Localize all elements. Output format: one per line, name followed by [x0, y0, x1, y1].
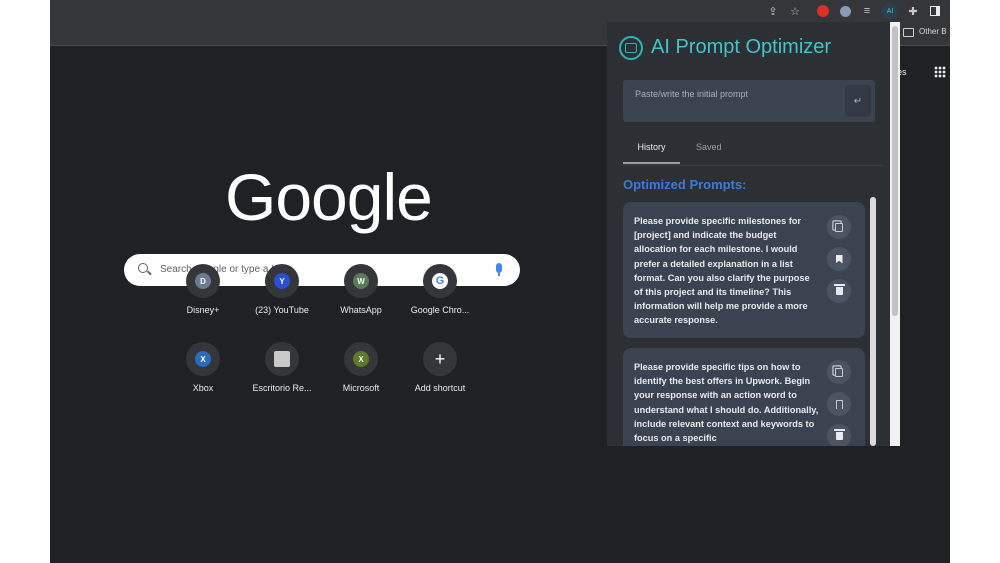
tab-history[interactable]: History — [623, 142, 680, 164]
shortcut-icon: Y — [265, 264, 299, 298]
puzzle-icon[interactable]: ✚ — [906, 4, 920, 18]
ext-shield-icon[interactable] — [838, 4, 852, 18]
google-logo: Google — [225, 160, 433, 234]
shortcut-label: Add shortcut — [414, 383, 466, 393]
prompt-optimizer-panel: AI Prompt Optimizer ↵ History Saved Opti… — [607, 22, 890, 446]
shortcut-favicon — [274, 351, 290, 367]
apps-grid-icon[interactable] — [934, 66, 946, 78]
shortcut-label: Disney+ — [186, 305, 220, 315]
ext-red-icon[interactable] — [816, 4, 830, 18]
ext-prompt-icon[interactable]: AI — [882, 3, 898, 19]
panel-tabs: History Saved — [623, 134, 883, 166]
prompt-input[interactable] — [623, 80, 843, 122]
trash-icon — [833, 284, 845, 295]
shortcut-favicon: D — [195, 273, 211, 289]
shortcut-tile[interactable]: Escritorio Re... — [242, 342, 322, 393]
folder-icon — [903, 28, 914, 37]
share-icon[interactable]: ⇪ — [766, 4, 780, 18]
shortcut-tile[interactable]: X Xbox — [163, 342, 243, 393]
prompt-input-wrapper: ↵ — [623, 80, 875, 122]
copy-button[interactable] — [827, 360, 851, 384]
submit-prompt-button[interactable]: ↵ — [845, 85, 871, 117]
shortcut-icon: D — [186, 264, 220, 298]
copy-icon — [835, 367, 843, 377]
shortcut-icon: G — [423, 264, 457, 298]
panel-scrollbar[interactable] — [870, 197, 876, 446]
shortcut-icon: X — [186, 342, 220, 376]
ext-list-icon[interactable]: ≡ — [860, 4, 874, 18]
shortcut-tile[interactable]: X Microsoft — [321, 342, 401, 393]
optimized-prompts-heading: Optimized Prompts: — [623, 177, 747, 192]
copy-button[interactable] — [827, 215, 851, 239]
shortcut-icon — [265, 342, 299, 376]
window-scrollbar[interactable] — [890, 22, 900, 446]
copy-icon — [835, 222, 843, 232]
shortcut-tile[interactable]: + Add shortcut — [400, 342, 480, 393]
bookmark-outline-icon — [835, 399, 843, 409]
shortcut-favicon: Y — [274, 273, 290, 289]
shortcut-label: Microsoft — [342, 383, 380, 393]
delete-button[interactable] — [827, 279, 851, 303]
browser-toolbar: ⇪ ☆ ≡ AI ✚ — [50, 0, 950, 22]
shortcut-icon: X — [344, 342, 378, 376]
shortcut-tile[interactable]: G Google Chro... — [400, 264, 480, 315]
extension-logo-icon — [619, 36, 643, 60]
shortcut-label: (23) YouTube — [255, 305, 309, 315]
other-bookmarks[interactable]: Other B — [919, 27, 947, 36]
panel-header: AI Prompt Optimizer — [607, 22, 890, 74]
shortcut-label: WhatsApp — [340, 305, 382, 315]
microphone-icon[interactable] — [496, 263, 502, 276]
shortcut-label: Google Chro... — [410, 305, 470, 315]
star-icon[interactable]: ☆ — [788, 4, 802, 18]
shortcut-icon: + — [423, 342, 457, 376]
trash-icon — [833, 429, 845, 440]
shortcut-tile[interactable]: D Disney+ — [163, 264, 243, 315]
prompt-card: Please provide specific tips on how to i… — [623, 348, 865, 446]
save-button[interactable] — [827, 392, 851, 416]
shortcut-icon: W — [344, 264, 378, 298]
panel-title: AI Prompt Optimizer — [651, 36, 832, 58]
shortcut-tile[interactable]: Y (23) YouTube — [242, 264, 322, 315]
prompt-text: Please provide specific tips on how to i… — [634, 362, 819, 444]
shortcut-label: Escritorio Re... — [252, 383, 312, 393]
shortcut-label: Xbox — [192, 383, 214, 393]
browser-window: ⇪ ☆ ≡ AI ✚ Other B Google Search Google … — [50, 0, 950, 563]
shortcut-favicon: G — [432, 273, 448, 289]
prompt-text: Please provide specific milestones for [… — [634, 216, 810, 326]
shortcut-favicon: X — [353, 351, 369, 367]
delete-button[interactable] — [827, 424, 851, 446]
save-button[interactable] — [827, 247, 851, 271]
bookmark-icon — [835, 254, 843, 264]
prompt-card: Please provide specific milestones for [… — [623, 202, 865, 338]
optimized-prompts-list: Please provide specific milestones for [… — [623, 202, 865, 446]
search-icon — [138, 263, 148, 273]
tab-saved[interactable]: Saved — [696, 142, 722, 162]
shortcut-favicon: W — [353, 273, 369, 289]
shortcut-favicon: + — [432, 349, 448, 369]
shortcut-favicon: X — [195, 351, 211, 367]
shortcut-tile[interactable]: W WhatsApp — [321, 264, 401, 315]
new-tab-page: Google Search Google or type a URL D Disn… — [50, 47, 610, 563]
sidepanel-icon[interactable] — [928, 4, 942, 18]
window-scrollbar-thumb[interactable] — [892, 26, 898, 316]
